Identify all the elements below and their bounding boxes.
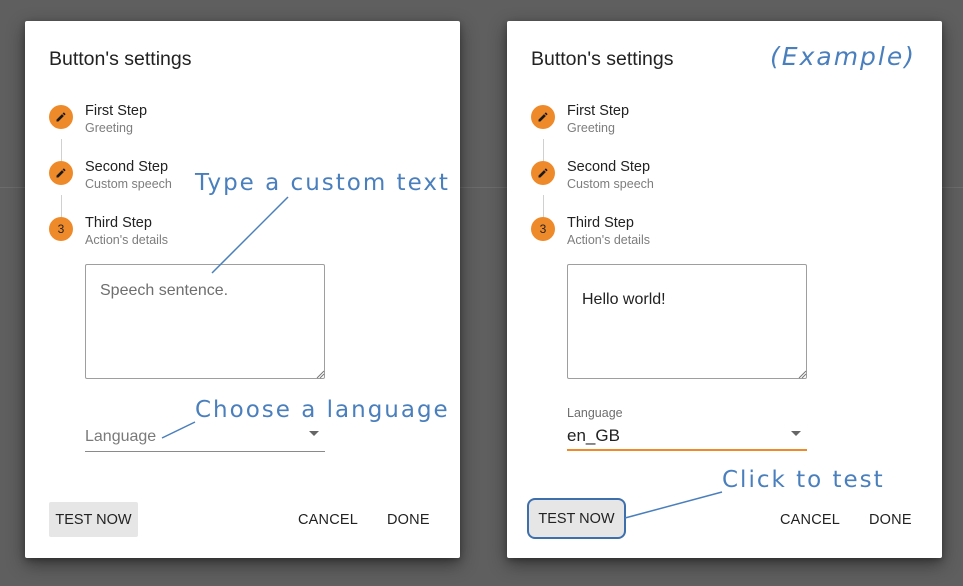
step-subtitle: Action's details [567,233,650,247]
example-tag: (Example) [770,42,916,71]
test-now-button[interactable]: TEST NOW [49,502,138,537]
select-underline [567,449,807,451]
chevron-down-icon [791,431,801,436]
resize-grip-icon[interactable] [797,369,807,379]
step-second[interactable]: Second Step Custom speech [531,159,831,199]
language-placeholder: Language [85,428,157,445]
annotation-choose-language: Choose a language [195,397,450,423]
step-title: Second Step [567,159,651,175]
pencil-icon [531,161,555,185]
step-first[interactable]: First Step Greeting [531,103,831,143]
dialog-title: Button's settings [49,48,192,70]
step-subtitle: Custom speech [85,177,172,191]
select-underline [85,451,325,452]
pencil-icon [531,105,555,129]
pencil-icon [49,105,73,129]
step-title: Third Step [85,215,152,231]
dialog-title: Button's settings [531,48,674,70]
step-first[interactable]: First Step Greeting [49,103,349,143]
annotation-custom-text: Type a custom text [195,170,450,196]
test-now-button[interactable]: TEST NOW [529,500,624,537]
cancel-button[interactable]: CANCEL [780,512,840,528]
step-title: Second Step [85,159,169,175]
step-title: First Step [85,103,148,119]
step-subtitle: Action's details [85,233,168,247]
cancel-button[interactable]: CANCEL [298,512,358,528]
settings-dialog-left: Button's settings First Step Greeting Se… [25,21,460,558]
chevron-down-icon [309,431,319,436]
pencil-icon [49,161,73,185]
step-subtitle: Greeting [85,121,133,135]
step-title: First Step [567,103,630,119]
language-select[interactable]: Language [85,419,325,453]
resize-grip-icon[interactable] [315,369,325,379]
language-value: en_GB [567,426,620,445]
step-subtitle: Custom speech [567,177,654,191]
step-third[interactable]: 3 Third Step Action's details [531,215,831,255]
step-number-badge: 3 [49,217,73,241]
step-subtitle: Greeting [567,121,615,135]
language-select[interactable]: Language en_GB [567,406,807,452]
step-number-badge: 3 [531,217,555,241]
step-title: Third Step [567,215,634,231]
language-label: Language [567,406,623,420]
step-third[interactable]: 3 Third Step Action's details [49,215,349,255]
speech-textarea[interactable] [85,264,325,379]
annotation-click-to-test: Click to test [722,467,885,493]
speech-textarea[interactable] [567,264,807,379]
done-button[interactable]: DONE [387,512,430,528]
done-button[interactable]: DONE [869,512,912,528]
